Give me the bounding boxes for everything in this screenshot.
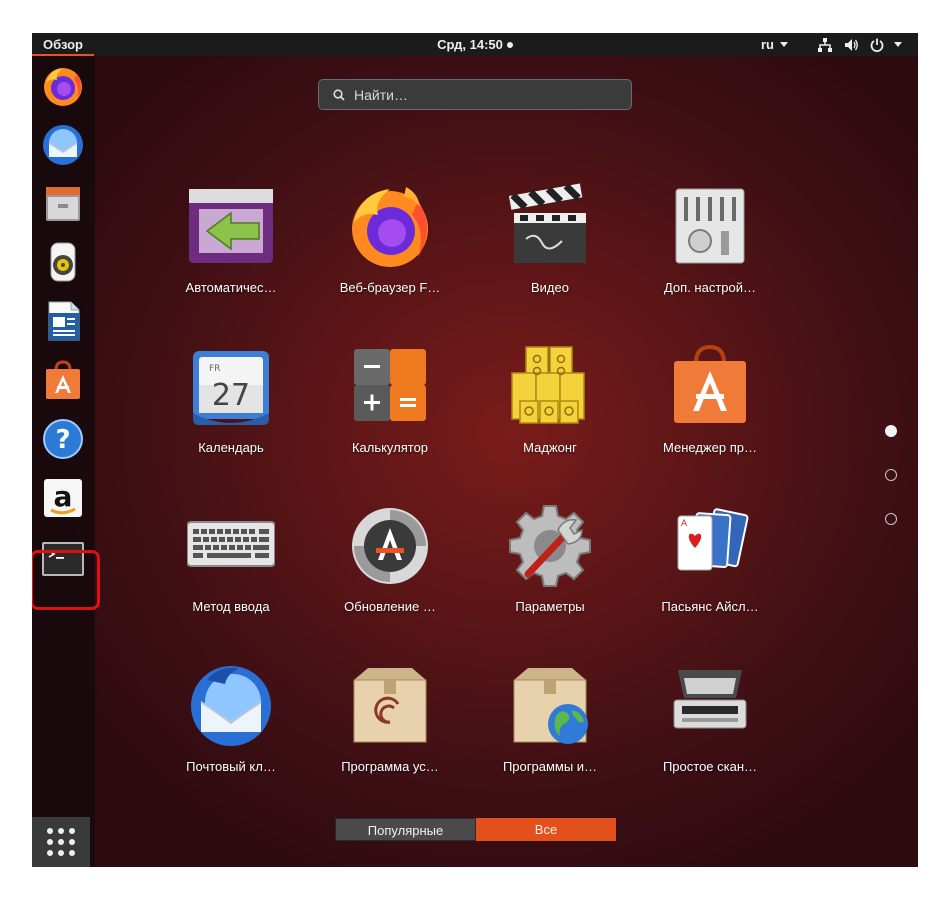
app-label: Видео bbox=[531, 280, 569, 295]
show-applications-icon bbox=[47, 828, 75, 856]
app-label: Параметры bbox=[515, 599, 585, 614]
clock-text: Срд, 14:50 bbox=[437, 37, 503, 52]
app-tweaks[interactable]: Доп. настрой… bbox=[630, 183, 790, 323]
notification-dot bbox=[506, 42, 513, 48]
keyboard-icon bbox=[187, 521, 275, 567]
terminal-highlight-frame bbox=[32, 550, 100, 610]
dock: ? a bbox=[32, 56, 100, 867]
search-placeholder: Найти… bbox=[354, 87, 408, 103]
mahjongg-icon bbox=[511, 346, 585, 424]
svg-text:A: A bbox=[681, 519, 688, 529]
calendar-icon: FR 27 bbox=[193, 351, 269, 425]
app-settings[interactable]: Параметры bbox=[470, 502, 630, 642]
app-video[interactable]: Видео bbox=[470, 183, 630, 323]
software-sources-icon bbox=[513, 668, 588, 744]
apps-view-switch: Популярные Все bbox=[335, 818, 616, 841]
search-icon bbox=[333, 89, 345, 101]
app-calendar[interactable]: FR 27 Календарь bbox=[151, 343, 311, 483]
dock-files[interactable] bbox=[38, 178, 88, 228]
app-calculator[interactable]: Калькулятор bbox=[310, 343, 470, 483]
scanner-icon bbox=[673, 670, 747, 729]
app-label: Календарь bbox=[198, 440, 264, 455]
app-label: Доп. настрой… bbox=[663, 280, 757, 295]
software-bag-icon bbox=[674, 344, 746, 423]
app-label: Веб-браузер F… bbox=[339, 280, 441, 295]
debian-package-icon bbox=[353, 668, 427, 743]
app-package-installer[interactable]: Программа ус… bbox=[310, 662, 470, 802]
chevron-down-icon bbox=[894, 42, 902, 47]
language-menu[interactable]: ru bbox=[761, 33, 788, 57]
dock-writer[interactable] bbox=[38, 296, 88, 346]
app-thunderbird[interactable]: Почтовый кл… bbox=[151, 662, 311, 802]
autostart-icon bbox=[189, 189, 273, 263]
desktop-screen: Обзор Срд, 14:50 ru ? a Найти… Автоматич… bbox=[32, 33, 918, 867]
dock-ubuntu-software[interactable] bbox=[38, 355, 88, 405]
app-label: Программа ус… bbox=[341, 759, 439, 774]
app-updater[interactable]: Обновление … bbox=[310, 502, 470, 642]
language-label: ru bbox=[761, 37, 774, 52]
app-firefox[interactable]: Веб-браузер F… bbox=[310, 183, 470, 323]
dock-help[interactable]: ? bbox=[38, 414, 88, 464]
app-label: Автоматичес… bbox=[185, 280, 277, 295]
dock-rhythmbox[interactable] bbox=[38, 237, 88, 287]
chevron-down-icon bbox=[780, 42, 788, 47]
tweaks-icon bbox=[675, 188, 745, 264]
search-input[interactable]: Найти… bbox=[318, 79, 632, 110]
tab-all[interactable]: Все bbox=[476, 818, 616, 841]
ubuntu-software-icon bbox=[46, 360, 80, 399]
tab-popular[interactable]: Популярные bbox=[335, 818, 476, 841]
svg-text:a: a bbox=[54, 480, 73, 513]
page-indicator-2[interactable] bbox=[885, 469, 897, 481]
svg-text:?: ? bbox=[55, 425, 70, 455]
app-software[interactable]: Менеджер пр… bbox=[630, 343, 790, 483]
calculator-icon bbox=[354, 349, 426, 421]
app-label: Маджонг bbox=[523, 440, 577, 455]
video-clapper-icon bbox=[508, 183, 586, 263]
settings-gear-icon bbox=[509, 505, 591, 587]
dock-amazon[interactable]: a bbox=[38, 473, 88, 523]
rhythmbox-icon bbox=[50, 242, 76, 282]
app-mahjongg[interactable]: Маджонг bbox=[470, 343, 630, 483]
app-label: Обновление … bbox=[344, 599, 436, 614]
thunderbird-icon bbox=[43, 125, 83, 165]
cards-icon: A bbox=[677, 508, 749, 571]
top-bar: Обзор Срд, 14:50 ru bbox=[32, 33, 918, 56]
app-label: Метод ввода bbox=[192, 599, 270, 614]
software-updater-icon bbox=[352, 508, 428, 584]
firefox-icon bbox=[44, 68, 82, 106]
app-label: Почтовый кл… bbox=[186, 759, 276, 774]
amazon-icon: a bbox=[44, 479, 82, 517]
app-label: Программы и… bbox=[502, 759, 598, 774]
app-label: Простое скан… bbox=[662, 759, 758, 774]
page-indicator-1[interactable] bbox=[885, 425, 897, 437]
app-aisleriot[interactable]: A Пасьянс Айсл… bbox=[630, 502, 790, 642]
libreoffice-writer-icon bbox=[48, 301, 80, 341]
app-scanner[interactable]: Простое скан… bbox=[630, 662, 790, 802]
power-icon bbox=[870, 38, 884, 52]
firefox-icon bbox=[352, 187, 428, 267]
calendar-day: 27 bbox=[212, 378, 250, 413]
page-indicator-3[interactable] bbox=[885, 513, 897, 525]
dock-thunderbird[interactable] bbox=[38, 120, 88, 170]
show-applications-button[interactable] bbox=[32, 817, 90, 867]
calendar-weekday: FR bbox=[209, 364, 220, 374]
app-input-method[interactable]: Метод ввода bbox=[151, 502, 311, 642]
app-label: Пасьянс Айсл… bbox=[661, 599, 759, 614]
app-label: Калькулятор bbox=[351, 440, 429, 455]
files-icon bbox=[46, 187, 80, 221]
app-autostart[interactable]: Автоматичес… bbox=[151, 183, 311, 323]
volume-icon bbox=[845, 39, 858, 51]
network-wired-icon bbox=[818, 38, 832, 52]
app-label: Менеджер пр… bbox=[663, 440, 757, 455]
app-software-sources[interactable]: Программы и… bbox=[470, 662, 630, 802]
dock-firefox[interactable] bbox=[38, 61, 88, 111]
help-icon: ? bbox=[43, 419, 83, 459]
thunderbird-icon bbox=[191, 666, 271, 746]
